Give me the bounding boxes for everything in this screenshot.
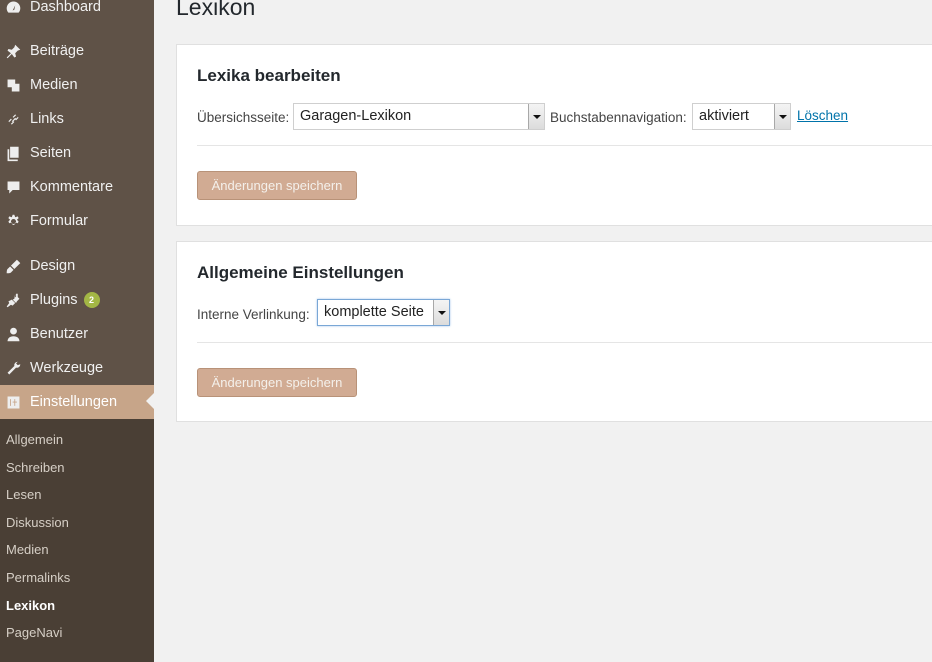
letter-nav-select[interactable]: aktiviert: [692, 103, 791, 130]
update-count-badge: 2: [83, 292, 100, 308]
gear-icon: [3, 211, 23, 231]
submenu-item-pagenavi[interactable]: PageNavi: [6, 625, 62, 640]
lexika-edit-panel: Lexika bearbeiten Übersichsseite: Garage…: [176, 44, 932, 226]
menu-label: Benutzer: [30, 326, 89, 342]
submenu-item-permalinks[interactable]: Permalinks: [6, 570, 70, 585]
comment-icon: [3, 177, 23, 197]
chevron-down-icon: [433, 300, 449, 325]
menu-item-plugins[interactable]: Plugins 2: [0, 283, 154, 317]
menu-item-formular[interactable]: Formular: [0, 204, 154, 238]
plugin-icon: [3, 290, 23, 310]
chevron-down-icon: [774, 104, 790, 129]
dashboard-icon: [3, 0, 23, 17]
admin-sidebar: Dashboard Beiträge Medien Links Seiten K…: [0, 0, 154, 662]
menu-item-kommentare[interactable]: Kommentare: [0, 170, 154, 204]
user-icon: [3, 324, 23, 344]
menu-item-benutzer[interactable]: Benutzer: [0, 317, 154, 351]
general-settings-panel: Allgemeine Einstellungen Interne Verlink…: [176, 241, 932, 422]
menu-label: Design: [30, 258, 76, 274]
letter-nav-label: Buchstabennavigation:: [550, 110, 687, 125]
select-value: aktiviert: [699, 108, 749, 124]
delete-link[interactable]: Löschen: [797, 108, 848, 123]
brush-icon: [3, 256, 23, 276]
select-value: Garagen-Lexikon: [300, 108, 412, 124]
menu-label: Formular: [30, 213, 89, 229]
menu-label: Beiträge: [30, 43, 85, 59]
submenu-item-allgemein[interactable]: Allgemein: [6, 432, 63, 447]
chevron-down-icon: [528, 104, 544, 129]
pages-icon: [3, 143, 23, 163]
settings-icon: [3, 392, 23, 412]
menu-label: Medien: [30, 77, 78, 93]
save-changes-button[interactable]: Änderungen speichern: [197, 368, 357, 397]
menu-item-seiten[interactable]: Seiten: [0, 136, 154, 170]
settings-submenu: Allgemein Schreiben Lesen Diskussion Med…: [0, 419, 154, 662]
page-title: Lexikon: [176, 0, 256, 20]
wrench-icon: [3, 358, 23, 378]
select-value: komplette Seite: [324, 304, 424, 320]
menu-label: Einstellungen: [30, 394, 118, 410]
section-heading: Allgemeine Einstellungen: [197, 263, 404, 282]
link-icon: [3, 109, 23, 129]
divider: [197, 342, 932, 343]
menu-label: Werkzeuge: [30, 360, 104, 376]
menu-label: Links: [30, 111, 64, 127]
section-heading: Lexika bearbeiten: [197, 66, 341, 85]
menu-item-dashboard[interactable]: Dashboard: [0, 0, 154, 24]
submenu-item-lesen[interactable]: Lesen: [6, 487, 41, 502]
media-icon: [3, 75, 23, 95]
save-changes-button[interactable]: Änderungen speichern: [197, 171, 357, 200]
menu-label: Dashboard: [30, 0, 101, 15]
submenu-item-medien[interactable]: Medien: [6, 542, 49, 557]
menu-item-werkzeuge[interactable]: Werkzeuge: [0, 351, 154, 385]
submenu-item-lexikon[interactable]: Lexikon: [6, 598, 55, 613]
submenu-item-schreiben[interactable]: Schreiben: [6, 460, 65, 475]
menu-item-design[interactable]: Design: [0, 249, 154, 283]
menu-item-einstellungen[interactable]: Einstellungen: [0, 385, 154, 419]
pin-icon: [3, 41, 23, 61]
internal-linking-label: Interne Verlinkung:: [197, 307, 310, 322]
overview-page-label: Übersichsseite:: [197, 110, 290, 125]
menu-label: Kommentare: [30, 179, 114, 195]
menu-label: Plugins: [30, 292, 78, 308]
menu-item-links[interactable]: Links: [0, 102, 154, 136]
menu-item-medien[interactable]: Medien: [0, 68, 154, 102]
divider: [197, 145, 932, 146]
menu-label: Seiten: [30, 145, 72, 161]
internal-linking-select[interactable]: komplette Seite: [317, 299, 450, 326]
submenu-item-diskussion[interactable]: Diskussion: [6, 515, 69, 530]
menu-item-beitraege[interactable]: Beiträge: [0, 34, 154, 68]
overview-page-select[interactable]: Garagen-Lexikon: [293, 103, 545, 130]
